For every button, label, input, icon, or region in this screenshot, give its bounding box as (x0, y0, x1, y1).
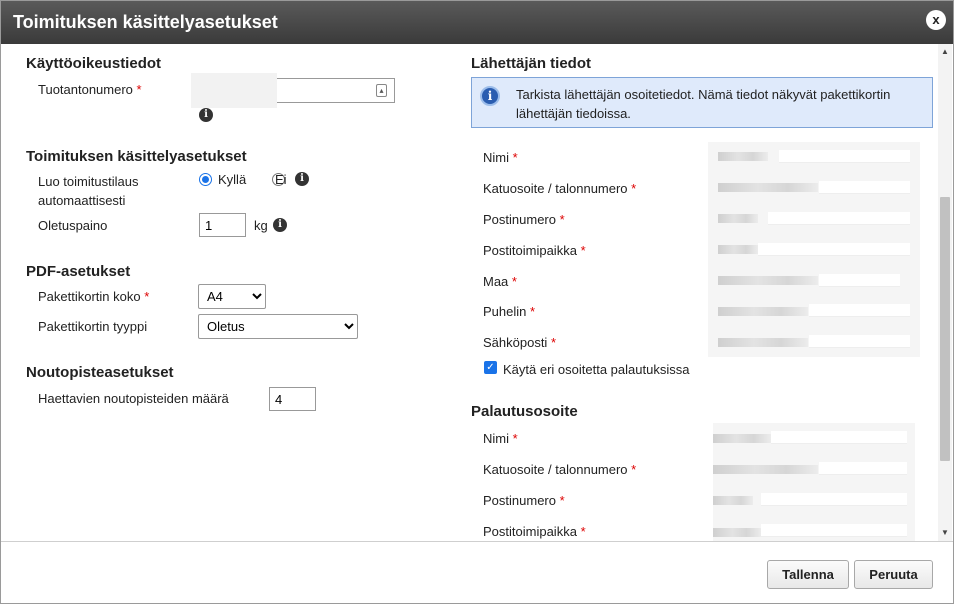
dialog-titlebar: Toimituksen käsittelyasetukset x (1, 1, 953, 44)
sender-phone-value (718, 307, 808, 316)
sender-postal-input[interactable] (768, 212, 910, 225)
returns-city-input[interactable] (761, 524, 907, 537)
sender-country-select[interactable] (819, 274, 900, 287)
sender-name-input[interactable] (779, 150, 910, 163)
sender-email-input[interactable] (809, 335, 910, 348)
sender-postal-label: Postinumero * (483, 212, 565, 227)
info-icon: i (480, 86, 500, 106)
returns-street-label: Katuosoite / talonnumero * (483, 462, 637, 477)
returns-heading: Palautusosoite (471, 403, 578, 420)
card-size-label: Pakettikortin koko * (38, 289, 150, 304)
dialog-content: Käyttöoikeustiedot Tuotantonumero * ▴ i … (1, 44, 953, 541)
production-number-label: Tuotantonumero * (38, 82, 142, 97)
info-icon[interactable]: i (199, 108, 213, 122)
sender-name-label: Nimi * (483, 150, 518, 165)
pdf-heading: PDF-asetukset (26, 263, 131, 280)
card-type-select[interactable]: Oletus (198, 314, 358, 339)
scroll-up-icon[interactable]: ▲ (938, 46, 952, 58)
contact-card-icon[interactable]: ▴ (376, 84, 387, 97)
sender-phone-label: Puhelin * (483, 304, 536, 319)
sender-notice-text: Tarkista lähettäjän osoitetiedot. Nämä t… (516, 87, 891, 121)
returns-street-value (713, 465, 818, 474)
sender-name-value (718, 152, 768, 161)
cancel-button[interactable]: Peruuta (854, 560, 933, 589)
info-icon[interactable]: i (273, 218, 287, 232)
sender-postal-value (718, 214, 758, 223)
auto-order-yes-label[interactable]: Kyllä (218, 172, 246, 187)
sender-street-value (718, 183, 818, 192)
content-scrollbar[interactable]: ▲ ▼ (938, 44, 952, 541)
scroll-thumb[interactable] (940, 197, 950, 461)
card-size-select[interactable]: A4 (198, 284, 266, 309)
auto-order-label: Luo toimitustilaus automaattisesti (38, 174, 139, 208)
use-other-address-label[interactable]: Käytä eri osoitetta palautuksissa (503, 362, 689, 377)
sender-street-label: Katuosoite / talonnumero * (483, 181, 637, 196)
sender-email-label: Sähköposti * (483, 335, 557, 350)
card-type-label: Pakettikortin tyyppi (38, 319, 148, 334)
returns-city-label: Postitoimipaikka * (483, 524, 586, 539)
sender-city-label: Postitoimipaikka * (483, 243, 586, 258)
sender-heading: Lähettäjän tiedot (471, 55, 592, 72)
returns-postal-input[interactable] (761, 493, 907, 506)
dialog-title: Toimituksen käsittelyasetukset (13, 12, 278, 32)
scroll-down-icon[interactable]: ▼ (938, 527, 952, 539)
info-icon[interactable]: i (295, 172, 309, 186)
auto-order-yes-radio[interactable] (199, 173, 212, 187)
returns-name-value (713, 434, 771, 443)
close-icon[interactable]: x (926, 10, 946, 30)
sender-phone-input[interactable] (809, 304, 910, 317)
sender-email-value (718, 338, 808, 347)
settings-dialog: Toimituksen käsittelyasetukset x Käyttöo… (0, 0, 954, 604)
weight-unit: kg (254, 218, 268, 233)
returns-postal-value (713, 496, 753, 505)
sender-country-label: Maa * (483, 274, 517, 289)
returns-city-value (713, 528, 761, 537)
sender-notice: i Tarkista lähettäjän osoitetiedot. Nämä… (471, 77, 933, 128)
returns-postal-label: Postinumero * (483, 493, 565, 508)
default-weight-label: Oletuspaino (38, 218, 108, 233)
handling-heading: Toimituksen käsittelyasetukset (26, 148, 247, 165)
pickup-count-label: Haettavien noutopisteiden määrä (38, 391, 229, 406)
default-weight-input[interactable] (199, 213, 246, 237)
sender-city-value (718, 245, 758, 254)
auto-order-no-label[interactable]: Ei (275, 172, 287, 187)
production-number-redacted (191, 73, 277, 108)
access-heading: Käyttöoikeustiedot (26, 55, 162, 72)
sender-city-input[interactable] (758, 243, 910, 256)
returns-name-input[interactable] (771, 431, 907, 444)
pickup-heading: Noutopisteasetukset (26, 364, 174, 381)
returns-street-input[interactable] (819, 462, 907, 475)
sender-street-input[interactable] (819, 181, 910, 194)
use-other-address-checkbox[interactable]: ✓ (484, 361, 497, 374)
sender-country-value (718, 276, 818, 285)
dialog-footer: Tallenna Peruuta (1, 541, 953, 603)
pickup-count-input[interactable] (269, 387, 316, 411)
save-button[interactable]: Tallenna (767, 560, 849, 589)
returns-name-label: Nimi * (483, 431, 518, 446)
